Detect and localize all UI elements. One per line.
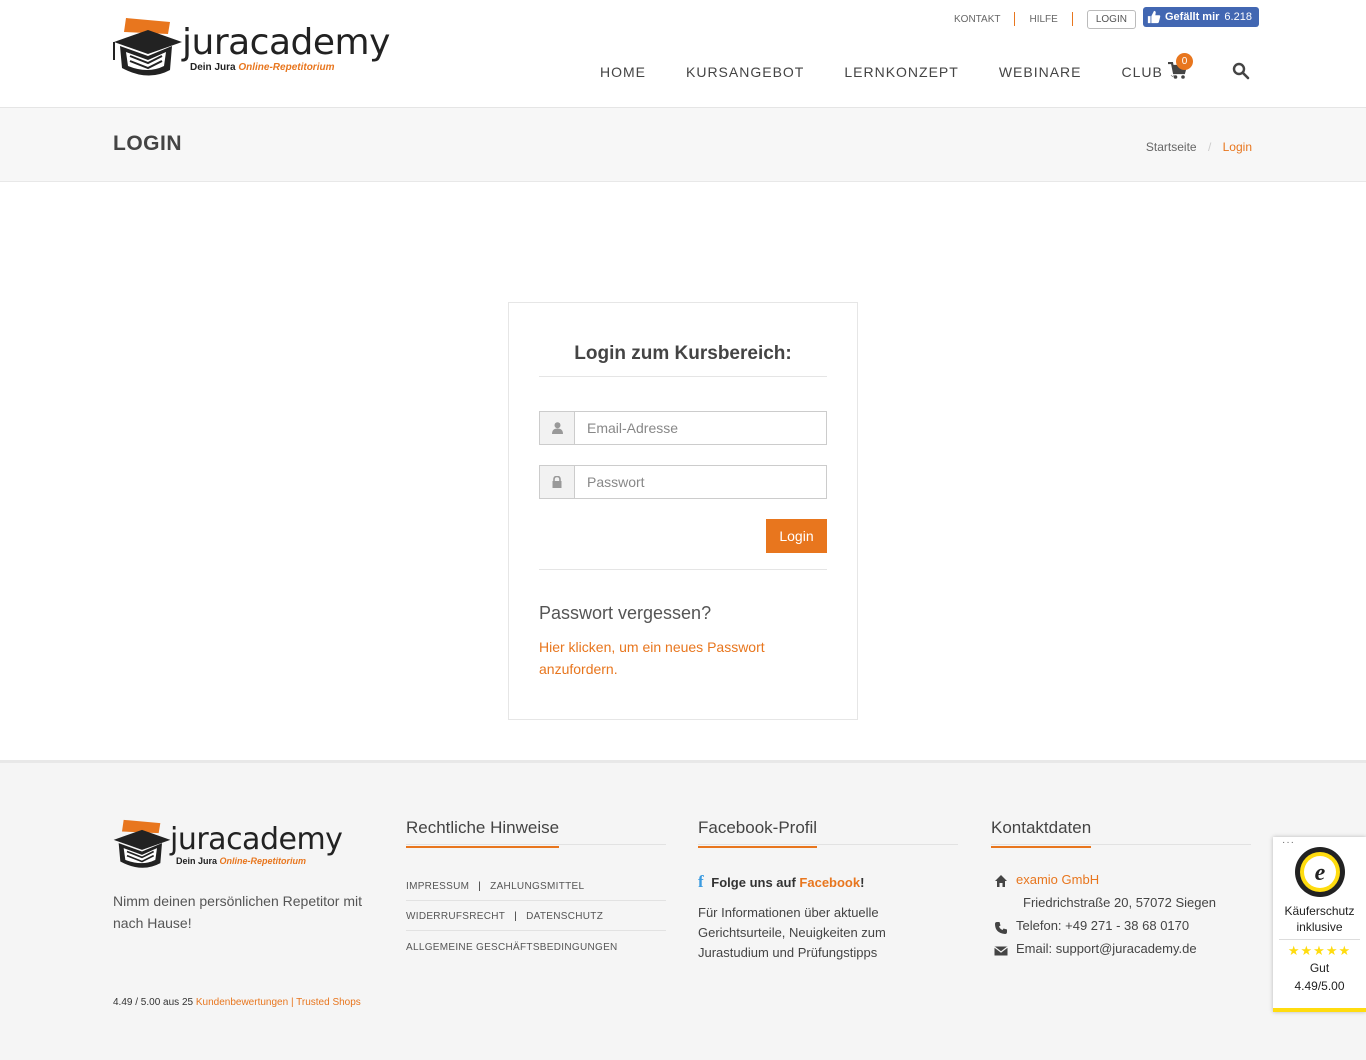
svg-text:e: e — [1315, 860, 1326, 886]
tagline-highlight: Online-Repetitorium — [219, 856, 307, 866]
password-addon — [540, 466, 575, 498]
graduation-cap-logo-icon — [113, 18, 182, 76]
divider: | — [514, 911, 518, 922]
login-heading: Login zum Kursbereich: — [574, 343, 792, 364]
divider — [539, 376, 827, 377]
login-submit-button[interactable]: Login — [766, 519, 827, 553]
email-input[interactable] — [575, 412, 826, 444]
logo-wordmark: juracademy — [182, 22, 390, 63]
breadcrumb-home[interactable]: Startseite — [1146, 140, 1197, 154]
trusted-shops-seal-icon: e — [1295, 847, 1345, 897]
follow-suffix: ! — [860, 875, 865, 890]
nav-club-label: CLUB — [1121, 64, 1163, 80]
site-footer: juracademy Dein Jura Online-Repetitorium… — [0, 760, 1366, 1060]
legal-links: IMPRESSUM | ZAHLUNGSMITTEL WIDERRUFSRECH… — [406, 871, 666, 961]
rating-stars: ★★★★★ — [1287, 943, 1352, 958]
buyer-protection-text: Käuferschutz inklusive — [1284, 904, 1355, 934]
legal-row: ALLGEMEINE GESCHÄFTSBEDINGUNGEN — [406, 931, 666, 961]
divider: | — [478, 881, 482, 892]
top-links: KONTAKT HILFE LOGIN — [954, 8, 1136, 30]
phone-icon — [995, 922, 1007, 934]
rating-grade: Gut — [1309, 961, 1330, 975]
facebook-like-button[interactable]: Gefällt mir 6.218 — [1143, 7, 1259, 27]
facebook-like-count: 6.218 — [1224, 11, 1252, 23]
divider — [1071, 12, 1073, 26]
nav-webinare[interactable]: WEBINARE — [999, 64, 1082, 80]
divider — [406, 844, 666, 845]
tagline-prefix: Dein Jura — [190, 62, 236, 73]
trusted-shops-badge[interactable]: ··· e Käuferschutz inklusive ★★★★★ Gut 4… — [1273, 837, 1366, 1012]
site-logo[interactable]: juracademy Dein Jura Online-Repetitorium — [112, 16, 390, 80]
nav-home[interactable]: HOME — [600, 64, 646, 80]
nav-kursangebot[interactable]: KURSANGEBOT — [686, 64, 804, 80]
agb-link[interactable]: ALLGEMEINE GESCHÄFTSBEDINGUNGEN — [406, 942, 618, 953]
impressum-link[interactable]: IMPRESSUM — [406, 881, 469, 892]
company-address: Friedrichstraße 20, 57072 Siegen — [1023, 895, 1216, 910]
kontakt-link[interactable]: KONTAKT — [954, 14, 1000, 25]
breadcrumb-separator: / — [1207, 140, 1212, 154]
envelope-icon — [994, 946, 1008, 956]
divider — [698, 844, 958, 845]
facebook-description: Für Informationen über aktuelle Gerichts… — [698, 905, 886, 960]
login-panel: Login zum Kursbereich: Login Passwort ve… — [508, 302, 858, 720]
divider — [991, 844, 1251, 845]
tagline-highlight: Online-Repetitorium — [238, 62, 335, 73]
widerrufsrecht-link[interactable]: WIDERRUFSRECHT — [406, 911, 505, 922]
legal-row: IMPRESSUM | ZAHLUNGSMITTEL — [406, 871, 666, 901]
logo-tagline: Dein Jura Online-Repetitorium — [176, 856, 306, 866]
legal-heading: Rechtliche Hinweise — [406, 818, 560, 848]
lock-icon — [552, 476, 562, 488]
zahlungsmittel-link[interactable]: ZAHLUNGSMITTEL — [490, 881, 584, 892]
reset-password-link[interactable]: Hier klicken, um ein neues Passwort anzu… — [539, 636, 789, 680]
forgot-password-heading: Passwort vergessen? — [539, 603, 712, 623]
cart-count-badge: 0 — [1176, 53, 1193, 70]
login-small-button[interactable]: LOGIN — [1086, 9, 1136, 29]
main-nav: HOME KURSANGEBOT LERNKONZEPT WEBINARE CL… — [600, 64, 1217, 80]
site-header: juracademy Dein Jura Online-Repetitorium… — [0, 0, 1366, 108]
tagline-prefix: Dein Jura — [176, 856, 218, 866]
logo-tagline: Dein Jura Online-Repetitorium — [190, 62, 334, 73]
footer-rating: 4.49 / 5.00 aus 25 Kundenbewertungen | T… — [113, 997, 361, 1008]
rating-prefix: 4.49 / 5.00 aus 25 — [113, 997, 194, 1008]
follow-prefix: Folge uns auf — [711, 875, 796, 890]
datenschutz-link[interactable]: DATENSCHUTZ — [526, 911, 603, 922]
rating-score: 4.49/5.00 — [1294, 979, 1345, 993]
legal-row: WIDERRUFSRECHT | DATENSCHUTZ — [406, 901, 666, 931]
facebook-link[interactable]: Facebook — [799, 875, 860, 890]
phone-number: Telefon: +49 271 - 38 68 0170 — [1016, 918, 1190, 933]
email-address: Email: support@juracademy.de — [1016, 941, 1197, 956]
facebook-icon: f — [698, 872, 704, 891]
graduation-cap-logo-icon — [113, 819, 171, 868]
password-field-group — [539, 465, 827, 499]
divider — [1014, 12, 1016, 26]
logo-wordmark: juracademy — [170, 822, 343, 857]
email-field-group — [539, 411, 827, 445]
home-icon — [995, 875, 1007, 887]
page-title: LOGIN — [113, 132, 182, 155]
contact-heading: Kontaktdaten — [991, 818, 1092, 848]
hilfe-link[interactable]: HILFE — [1029, 14, 1057, 25]
search-icon[interactable] — [1232, 62, 1250, 80]
divider — [1279, 939, 1360, 940]
footer-logo[interactable]: juracademy Dein Jura Online-Repetitorium — [112, 818, 343, 874]
rating-link[interactable]: Kundenbewertungen | Trusted Shops — [196, 997, 361, 1008]
email-addon — [540, 412, 575, 444]
facebook-follow: f Folge uns auf Facebook! — [698, 872, 864, 892]
password-input[interactable] — [575, 466, 826, 498]
facebook-like-label: Gefällt mir — [1165, 11, 1220, 23]
user-icon — [551, 422, 563, 434]
thumbs-up-icon — [1147, 10, 1161, 24]
company-link[interactable]: examio GmbH — [1016, 872, 1099, 887]
facebook-heading: Facebook-Profil — [698, 818, 818, 848]
divider — [539, 569, 827, 570]
nav-lernkonzept[interactable]: LERNKONZEPT — [844, 64, 958, 80]
breadcrumb-current: Login — [1222, 140, 1252, 154]
footer-tagline: Nimm deinen persönlichen Repetitor mit n… — [113, 893, 362, 931]
page-title-bar: LOGIN Startseite / Login — [0, 108, 1366, 182]
breadcrumb: Startseite / Login — [1146, 140, 1252, 154]
